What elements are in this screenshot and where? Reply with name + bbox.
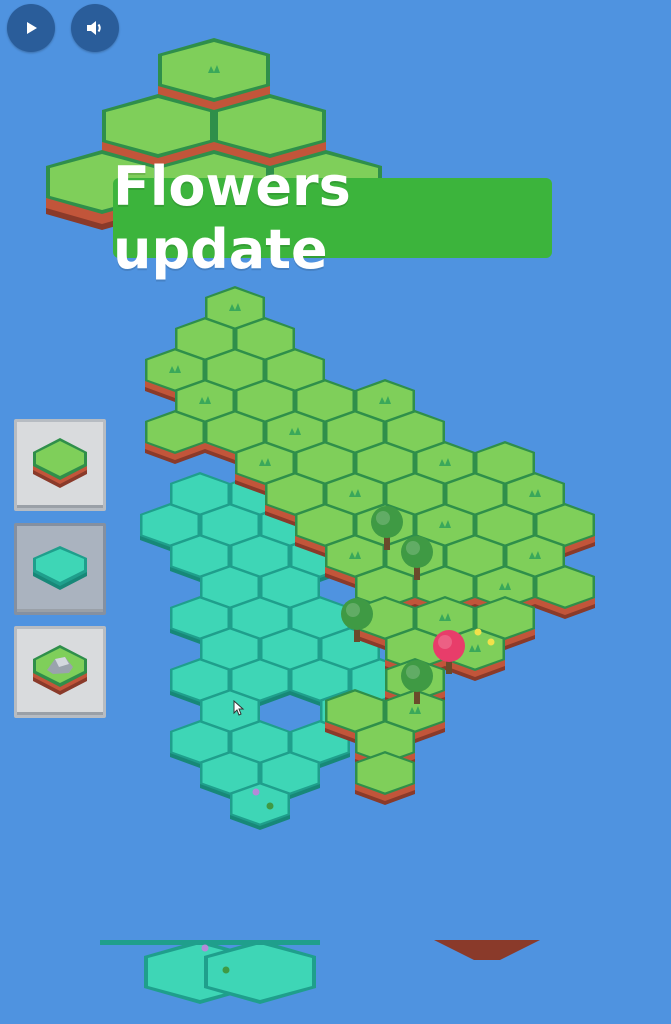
bottom-preview-strip [100, 940, 540, 1004]
flower [222, 966, 230, 974]
palette-grass-button[interactable] [14, 419, 106, 511]
dirt-side [434, 940, 540, 960]
flower [266, 802, 274, 810]
flower [474, 628, 482, 636]
water-tile-icon [33, 546, 87, 590]
grass-tile[interactable] [145, 410, 205, 464]
tree-highlight [406, 665, 420, 679]
tree-highlight [376, 511, 390, 525]
tree-highlight [406, 541, 420, 555]
play-icon [27, 22, 37, 34]
grass-tile[interactable] [355, 751, 415, 805]
volume-button[interactable] [71, 4, 119, 52]
flower [252, 788, 260, 796]
grass-tile[interactable] [535, 565, 595, 619]
grass-tile-icon [33, 438, 87, 488]
tree-highlight [438, 635, 452, 649]
mouse-cursor-icon [233, 700, 245, 716]
tile-outline [100, 940, 320, 945]
palette-rock-button[interactable] [14, 626, 106, 718]
volume-icon [87, 21, 101, 35]
banner-title: Flowers update [113, 155, 351, 281]
rock-tile-icon [33, 645, 87, 695]
flower [201, 944, 209, 952]
game-board[interactable] [0, 0, 671, 1024]
tree-highlight [346, 603, 360, 617]
play-button[interactable] [7, 4, 55, 52]
palette-water-button[interactable] [14, 523, 106, 615]
update-banner: Flowers update [113, 155, 552, 281]
flower [487, 638, 495, 646]
